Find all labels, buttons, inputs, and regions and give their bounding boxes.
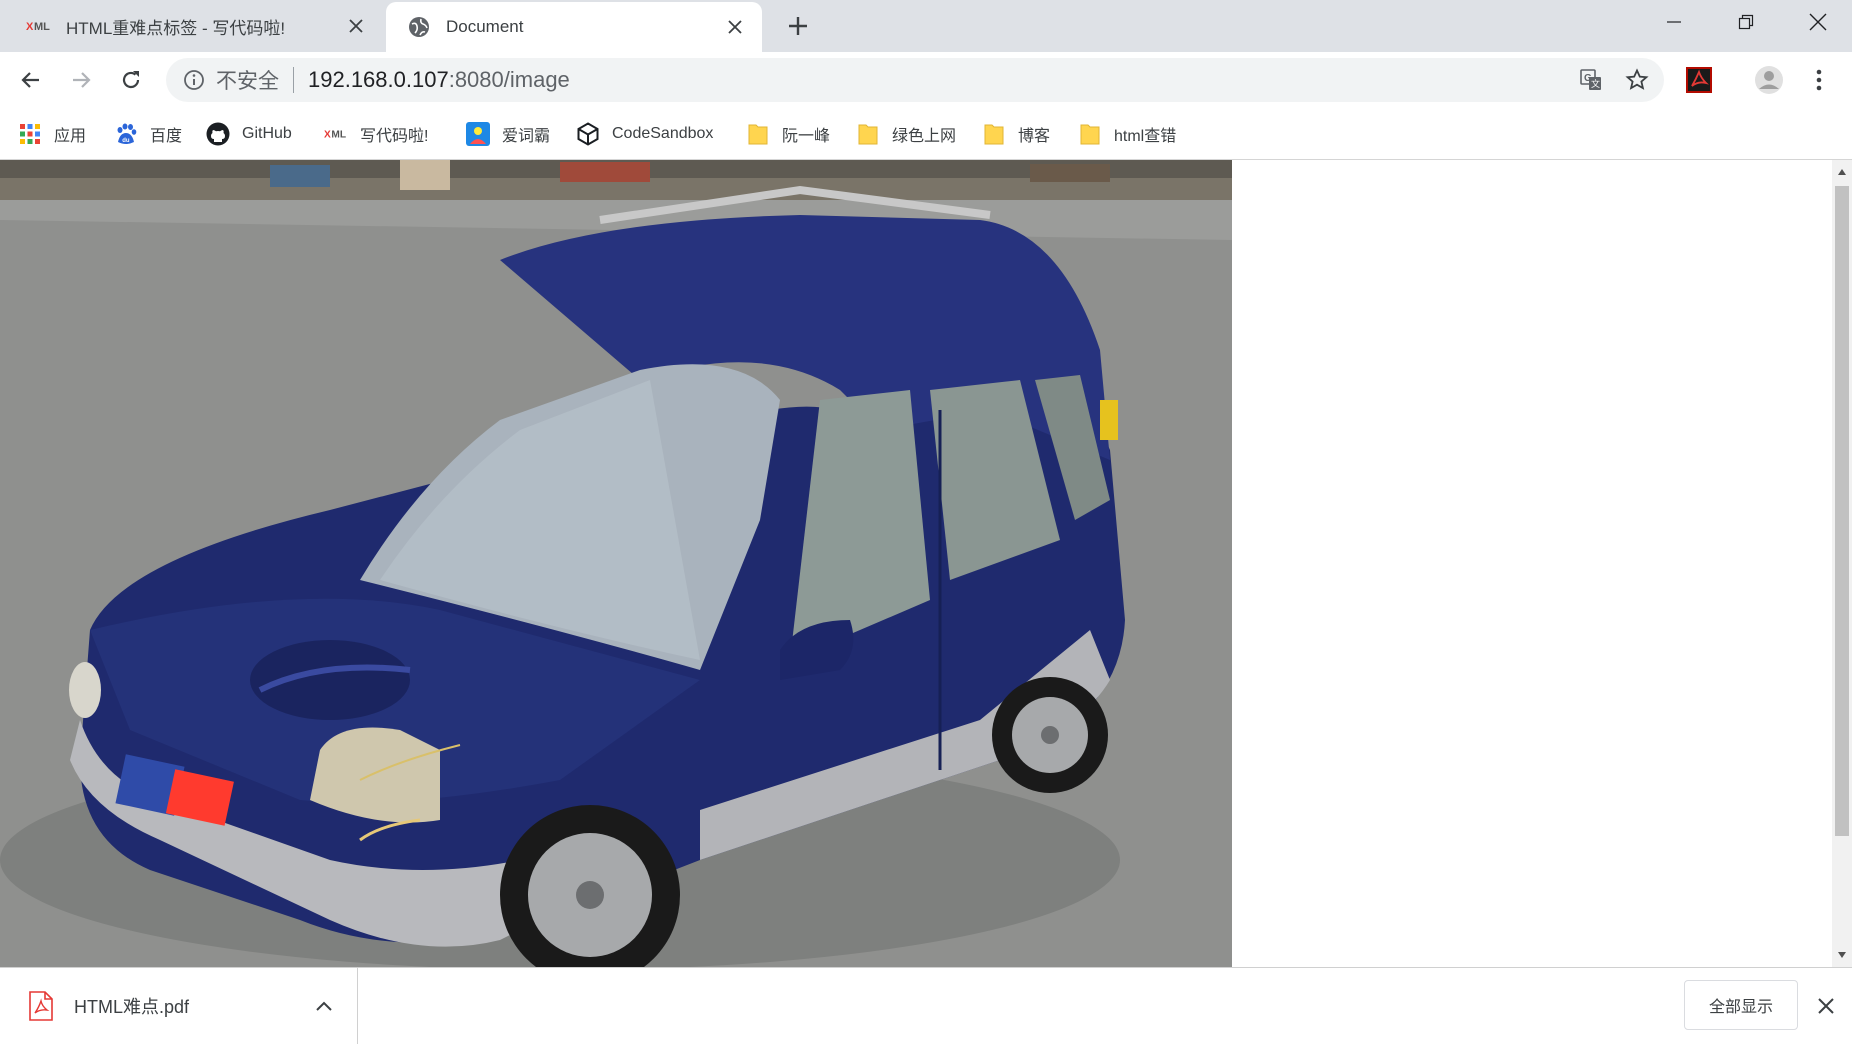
bookmark-label: 写代码啦! [360, 128, 429, 145]
profile-button[interactable] [1750, 61, 1788, 99]
bookmark-xiedaimala[interactable]: X ML 写代码啦! [324, 116, 428, 152]
xml-icon: X ML [26, 13, 52, 39]
codesandbox-icon [576, 122, 600, 146]
url-host: 192.168.0.107 [308, 67, 449, 92]
avatar-icon [1755, 66, 1783, 94]
restore-icon [1738, 14, 1754, 30]
bookmark-label: 爱词霸 [502, 128, 551, 145]
acrobat-icon [1686, 67, 1712, 93]
bookmark-github[interactable]: GitHub [206, 116, 292, 152]
scroll-up-icon[interactable] [1832, 162, 1852, 182]
bookmarks-bar: 应用 du 百度 GitHub X ML 写代码啦! 爱词霸 CodeSandb… [0, 108, 1852, 160]
close-window-button[interactable] [1786, 0, 1850, 44]
url-text[interactable]: 192.168.0.107:8080/image [308, 67, 1572, 93]
divider [293, 67, 294, 93]
plus-icon [789, 17, 807, 35]
pdf-file-icon [29, 991, 53, 1021]
close-icon[interactable] [341, 11, 371, 41]
bookmark-label: 绿色上网 [892, 128, 957, 145]
close-icon [1809, 13, 1827, 31]
restore-button[interactable] [1714, 0, 1778, 44]
globe-icon [406, 14, 432, 40]
folder-icon [746, 122, 770, 146]
bookmark-folder-html-check[interactable]: html查错 [1078, 116, 1176, 152]
baidu-paw-icon: du [114, 122, 138, 146]
tab-title: Document [446, 17, 524, 36]
info-icon[interactable] [180, 66, 208, 94]
url-path: :8080/image [448, 67, 570, 92]
bookmark-star-icon[interactable] [1618, 61, 1656, 99]
reload-button[interactable] [112, 61, 150, 99]
xml-icon: X ML [324, 122, 348, 146]
folder-icon [982, 122, 1006, 146]
tab-document[interactable]: Document [386, 2, 762, 52]
back-button[interactable] [12, 61, 50, 99]
bookmark-label: GitHub [242, 125, 292, 142]
menu-button[interactable] [1800, 61, 1838, 99]
bookmark-label: html查错 [1114, 128, 1177, 145]
svg-text:ML: ML [331, 130, 346, 141]
bookmark-codesandbox[interactable]: CodeSandbox [576, 116, 713, 152]
acrobat-extension-button[interactable] [1680, 61, 1718, 99]
bookmark-baidu[interactable]: du 百度 [114, 116, 182, 152]
folder-icon [1078, 122, 1102, 146]
vertical-scrollbar[interactable] [1832, 160, 1852, 967]
scrollbar-thumb[interactable] [1835, 186, 1849, 836]
apps-grid-icon [18, 122, 42, 146]
svg-text:X: X [324, 130, 331, 141]
minimize-icon [1667, 21, 1681, 23]
arrow-left-icon [21, 72, 39, 88]
svg-text:X: X [26, 21, 34, 33]
close-shelf-button[interactable] [1810, 990, 1842, 1022]
close-icon[interactable] [720, 12, 750, 42]
download-item[interactable]: HTML难点.pdf [0, 968, 358, 1044]
svg-text:ML: ML [34, 21, 50, 33]
bookmark-folder-ruanyifeng[interactable]: 阮一峰 [746, 116, 830, 152]
reload-icon [122, 71, 140, 89]
bookmark-label: CodeSandbox [612, 125, 714, 142]
more-vert-icon [1816, 69, 1822, 91]
bookmark-iciba[interactable]: 爱词霸 [466, 116, 550, 152]
iciba-icon [466, 122, 490, 146]
arrow-right-icon [73, 72, 91, 88]
folder-icon [856, 122, 880, 146]
bookmark-folder-green-internet[interactable]: 绿色上网 [856, 116, 956, 152]
security-label[interactable]: 不安全 [216, 65, 279, 95]
download-shelf: HTML难点.pdf 全部显示 [0, 967, 1852, 1044]
svg-text:文: 文 [1591, 78, 1600, 89]
new-tab-button[interactable] [782, 10, 814, 42]
minimize-button[interactable] [1642, 0, 1706, 44]
translate-icon[interactable]: G文 [1572, 61, 1610, 99]
close-icon [1818, 998, 1834, 1014]
svg-text:du: du [122, 138, 130, 144]
scroll-down-icon[interactable] [1832, 945, 1852, 965]
browser-toolbar: 不安全 192.168.0.107:8080/image G文 [0, 52, 1852, 108]
tab-title: HTML重难点标签 - 写代码啦! [66, 18, 286, 38]
github-icon [206, 122, 230, 146]
bookmark-label: 应用 [54, 128, 87, 145]
bookmark-label: 百度 [150, 128, 183, 145]
page-content [0, 160, 1852, 967]
bookmark-label: 博客 [1018, 128, 1051, 145]
bookmark-folder-blog[interactable]: 博客 [982, 116, 1050, 152]
address-bar[interactable]: 不安全 192.168.0.107:8080/image G文 [166, 58, 1664, 102]
bookmark-apps[interactable]: 应用 [18, 116, 86, 152]
bookmark-label: 阮一峰 [782, 128, 831, 145]
download-file-name: HTML难点.pdf [74, 997, 190, 1017]
car-image [0, 160, 1232, 967]
forward-button[interactable] [62, 61, 100, 99]
blue-hatchback-car-photo [0, 160, 1232, 967]
show-all-downloads-button[interactable]: 全部显示 [1684, 980, 1798, 1030]
tab-strip: X ML HTML重难点标签 - 写代码啦! Document [0, 0, 1852, 52]
tab-html-notes[interactable]: X ML HTML重难点标签 - 写代码啦! [0, 0, 383, 52]
chevron-up-icon[interactable] [309, 991, 339, 1021]
